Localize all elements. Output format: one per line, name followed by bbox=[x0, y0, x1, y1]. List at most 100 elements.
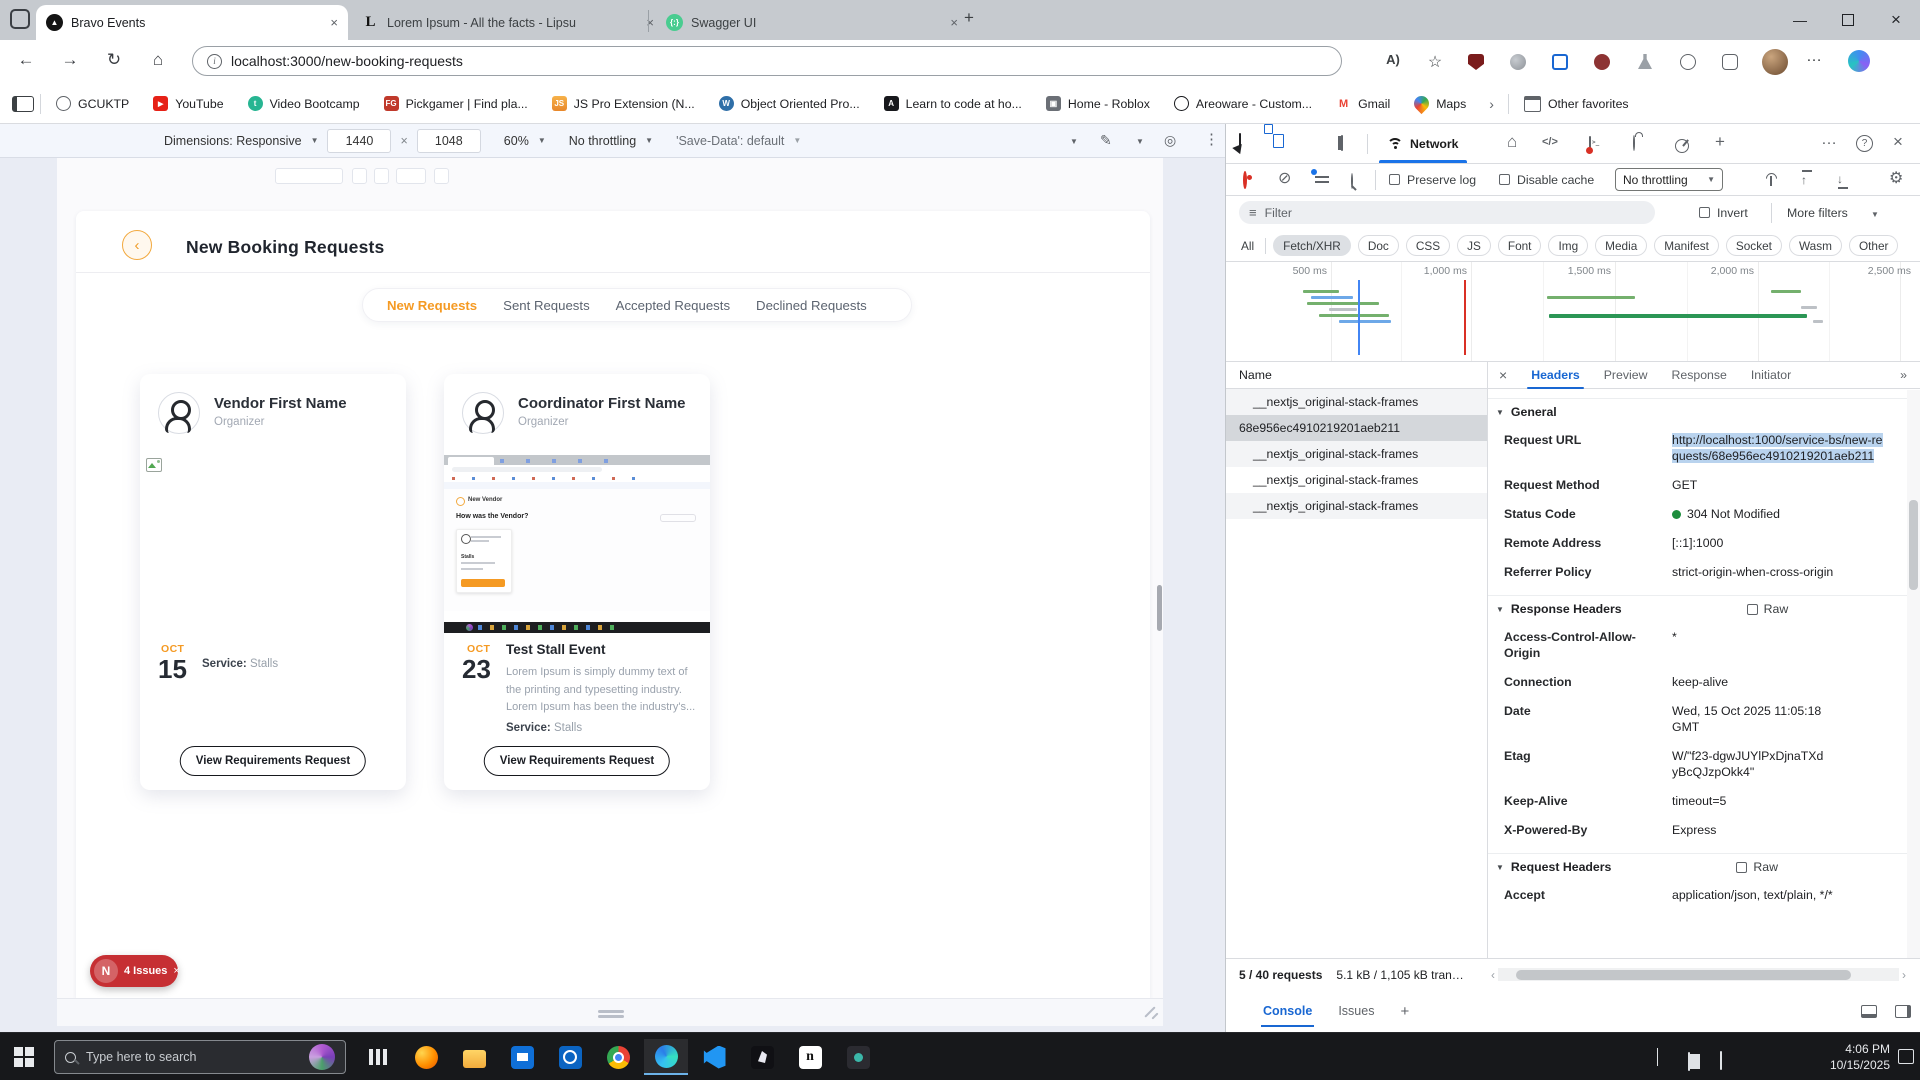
viewport-width-input[interactable] bbox=[327, 129, 391, 153]
drawer-tab-console[interactable]: Console bbox=[1263, 1004, 1312, 1018]
tab-headers[interactable]: Headers bbox=[1531, 368, 1580, 382]
workspaces-icon[interactable] bbox=[10, 9, 30, 29]
url-field[interactable]: i localhost:3000/new-booking-requests bbox=[192, 46, 1342, 76]
viewport-height-input[interactable] bbox=[417, 129, 481, 153]
badge-close-icon[interactable]: × bbox=[173, 965, 179, 977]
site-info-icon[interactable]: i bbox=[207, 54, 222, 69]
chip-manifest[interactable]: Manifest bbox=[1654, 235, 1719, 256]
tab-close-icon[interactable]: × bbox=[950, 15, 958, 30]
copilot-icon[interactable] bbox=[1848, 50, 1870, 72]
inspect-icon[interactable] bbox=[1239, 134, 1241, 148]
request-row-selected[interactable]: 68e956ec4910219201aeb211 bbox=[1226, 415, 1487, 441]
resize-handle[interactable] bbox=[598, 1015, 624, 1018]
bookmark-gmail[interactable]: MGmail bbox=[1327, 92, 1399, 115]
new-tab-button[interactable]: + bbox=[964, 8, 974, 28]
devtools-close-icon[interactable]: × bbox=[1893, 133, 1903, 150]
resize-handle[interactable] bbox=[598, 1010, 624, 1013]
scroll-left-icon[interactable]: ‹ bbox=[1491, 968, 1495, 982]
nextjs-issues-badge[interactable]: N 4 Issues × bbox=[90, 955, 178, 987]
zoom-select[interactable]: 60% bbox=[504, 134, 529, 148]
save-data-select[interactable]: 'Save-Data': default bbox=[676, 134, 784, 148]
chip-js[interactable]: JS bbox=[1457, 235, 1491, 256]
record-icon[interactable] bbox=[1243, 173, 1247, 187]
bookmark-object-oriented[interactable]: WObject Oriented Pro... bbox=[710, 92, 869, 115]
elements-icon[interactable]: </> bbox=[1542, 137, 1558, 148]
welcome-home-icon[interactable]: ⌂ bbox=[1507, 133, 1517, 150]
request-row[interactable]: __nextjs_original-stack-frames bbox=[1226, 493, 1487, 519]
bookmarks-overflow-icon[interactable]: › bbox=[1481, 96, 1502, 112]
screencast-icon[interactable]: ◎ bbox=[1164, 132, 1176, 149]
tab-close-icon[interactable]: × bbox=[330, 15, 338, 30]
network-overview-timeline[interactable]: 500 ms 1,000 ms 1,500 ms 2,000 ms 2,500 … bbox=[1226, 262, 1920, 362]
request-url-value[interactable]: http://localhost:1000/service-bs/new-req… bbox=[1672, 433, 1883, 463]
close-detail-icon[interactable]: × bbox=[1499, 367, 1507, 383]
caret-down-icon[interactable]: ▼ bbox=[1070, 137, 1078, 146]
tab-declined-requests[interactable]: Declined Requests bbox=[756, 298, 867, 313]
extension-icon-b[interactable] bbox=[1594, 54, 1610, 70]
other-favorites[interactable]: Other favorites bbox=[1515, 92, 1638, 116]
minimize-button[interactable]: — bbox=[1776, 0, 1824, 40]
dimensions-select[interactable]: Dimensions: Responsive bbox=[164, 134, 302, 148]
help-icon[interactable]: ? bbox=[1856, 135, 1873, 152]
close-window-button[interactable]: × bbox=[1872, 0, 1920, 40]
raw-toggle[interactable]: Raw bbox=[1747, 602, 1789, 616]
view-requirements-button[interactable]: View Requirements Request bbox=[484, 746, 670, 776]
start-button[interactable] bbox=[14, 1047, 34, 1067]
maximize-button[interactable] bbox=[1824, 0, 1872, 40]
bookmark-video-bootcamp[interactable]: tVideo Bootcamp bbox=[239, 92, 369, 115]
store-icon[interactable] bbox=[500, 1039, 544, 1075]
throttling-select[interactable]: No throttling ▼ bbox=[1615, 168, 1723, 191]
chrome-icon[interactable] bbox=[596, 1039, 640, 1075]
export-har-icon[interactable]: ↓ bbox=[1837, 172, 1843, 186]
search-icon[interactable] bbox=[1351, 174, 1353, 188]
chip-fetch-xhr[interactable]: Fetch/XHR bbox=[1273, 235, 1351, 256]
profile-avatar[interactable] bbox=[1762, 49, 1788, 75]
firefox-icon[interactable] bbox=[404, 1039, 448, 1075]
more-tabs-icon[interactable]: + bbox=[1715, 133, 1725, 150]
scroll-right-icon[interactable]: › bbox=[1902, 968, 1906, 982]
collections-icon[interactable] bbox=[1722, 54, 1738, 70]
disable-cache-checkbox[interactable] bbox=[1499, 174, 1510, 185]
tab-initiator[interactable]: Initiator bbox=[1751, 368, 1791, 382]
flask-icon[interactable] bbox=[1638, 54, 1652, 69]
bookmark-learn-to-code[interactable]: ALearn to code at ho... bbox=[875, 92, 1031, 115]
chip-other[interactable]: Other bbox=[1849, 235, 1899, 256]
tab-accepted-requests[interactable]: Accepted Requests bbox=[616, 298, 730, 313]
page-back-button[interactable]: ‹ bbox=[122, 230, 152, 260]
extension-icon-a[interactable] bbox=[1510, 54, 1526, 70]
taskbar-search[interactable]: Type here to search bbox=[54, 1040, 346, 1074]
more-menu-icon[interactable]: … bbox=[1806, 48, 1822, 66]
split-screen-icon[interactable] bbox=[1552, 54, 1568, 70]
section-response-headers[interactable]: ▼Response Headers Raw bbox=[1488, 595, 1920, 622]
back-icon[interactable]: ← bbox=[14, 50, 38, 70]
read-aloud-icon[interactable]: A) bbox=[1382, 52, 1404, 67]
teams-icon[interactable] bbox=[836, 1039, 880, 1075]
detail-scrollbar[interactable] bbox=[1907, 390, 1920, 958]
page-scrollbar-thumb[interactable] bbox=[1157, 585, 1162, 631]
import-har-icon[interactable]: ↑ bbox=[1801, 173, 1807, 187]
notification-center-icon[interactable] bbox=[1898, 1049, 1914, 1064]
bookmark-js-pro[interactable]: JSJS Pro Extension (N... bbox=[543, 92, 704, 115]
tab-bravo-events[interactable]: ▲ Bravo Events × bbox=[36, 5, 348, 40]
filter-input[interactable]: ≡ Filter bbox=[1239, 201, 1655, 224]
ublock-icon[interactable] bbox=[1468, 54, 1484, 70]
reload-icon[interactable]: ↻ bbox=[102, 50, 126, 70]
section-request-headers[interactable]: ▼Request Headers Raw bbox=[1488, 853, 1920, 880]
device-toolbar-more-icon[interactable]: ⋮ bbox=[1204, 130, 1219, 148]
chip-doc[interactable]: Doc bbox=[1358, 235, 1399, 256]
corner-resize-icon[interactable] bbox=[1151, 1012, 1158, 1019]
tray-expand-icon[interactable] bbox=[1657, 1049, 1658, 1067]
bookmark-maps[interactable]: Maps bbox=[1405, 92, 1475, 115]
sidebar-toggle-icon[interactable] bbox=[12, 96, 34, 112]
bookmark-areoware[interactable]: Areoware - Custom... bbox=[1165, 92, 1321, 115]
bookmark-youtube[interactable]: ▶YouTube bbox=[144, 92, 232, 115]
tab-preview[interactable]: Preview bbox=[1604, 368, 1648, 382]
more-filters-button[interactable]: More filters bbox=[1787, 206, 1848, 220]
caret-down-icon[interactable]: ▼ bbox=[1136, 137, 1144, 146]
history-icon[interactable] bbox=[1680, 54, 1696, 70]
chip-font[interactable]: Font bbox=[1498, 235, 1542, 256]
tab-sent-requests[interactable]: Sent Requests bbox=[503, 298, 590, 313]
drawer-more-tabs-icon[interactable]: + bbox=[1400, 1003, 1409, 1020]
bookmark-roblox[interactable]: ▣Home - Roblox bbox=[1037, 92, 1159, 115]
gear-icon[interactable]: ⚙ bbox=[1889, 171, 1903, 187]
